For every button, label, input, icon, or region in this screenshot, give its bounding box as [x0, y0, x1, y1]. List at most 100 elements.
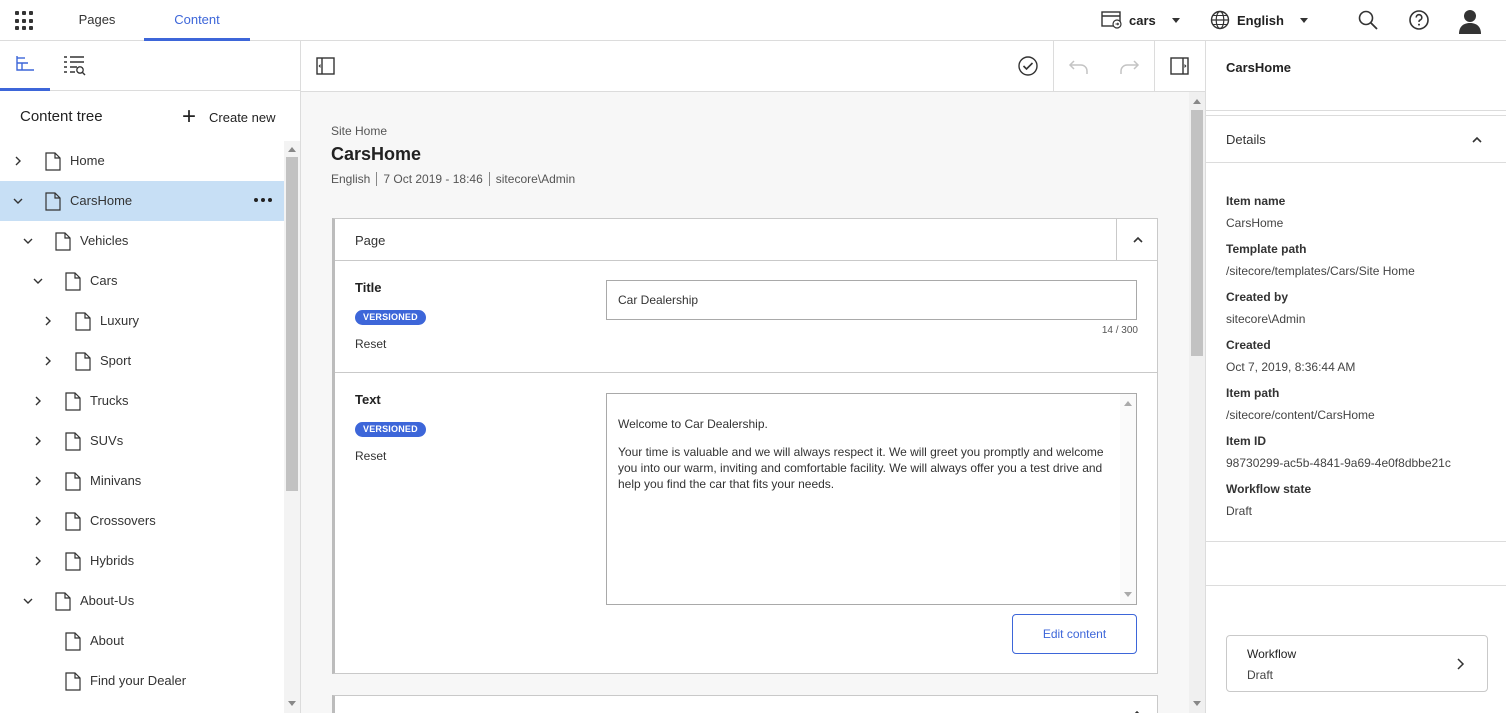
left-panel-tabs — [0, 41, 300, 91]
page-icon — [65, 272, 81, 291]
chevron-right-icon[interactable] — [42, 355, 54, 367]
workflow-card[interactable]: Workflow Draft — [1226, 635, 1488, 692]
language-selector[interactable]: English — [1210, 10, 1308, 30]
scroll-up-icon[interactable] — [1124, 400, 1132, 406]
meta-date: 7 Oct 2019 - 18:46 — [376, 172, 488, 186]
tree-item-luxury[interactable]: Luxury — [0, 301, 284, 341]
tree-item-label: Cars — [90, 273, 118, 288]
chevron-down-icon[interactable] — [22, 595, 34, 607]
site-selector[interactable]: cars — [1101, 10, 1180, 30]
tab-content[interactable]: Content — [144, 0, 250, 41]
section-header[interactable]: Page — [335, 219, 1158, 261]
chevron-right-icon[interactable] — [32, 475, 44, 487]
chevron-down-icon[interactable] — [12, 195, 24, 207]
text-paragraph: Your time is valuable and we will always… — [618, 445, 1104, 491]
user-avatar-icon[interactable] — [1458, 8, 1482, 34]
chevron-down-icon[interactable] — [22, 235, 34, 247]
reset-button[interactable]: Reset — [355, 449, 386, 463]
chevron-down-icon[interactable] — [32, 275, 44, 287]
tree-item-label: Trucks — [90, 393, 129, 408]
chevron-right-icon — [1457, 658, 1465, 670]
tree-item-sport[interactable]: Sport — [0, 341, 284, 381]
tree-item-trucks[interactable]: Trucks — [0, 381, 284, 421]
breadcrumb[interactable]: Site Home — [331, 124, 387, 138]
scroll-up-icon[interactable] — [1193, 98, 1201, 104]
chevron-right-icon[interactable] — [32, 395, 44, 407]
more-options-icon[interactable] — [254, 198, 272, 202]
tree-item-vehicles[interactable]: Vehicles — [0, 221, 284, 261]
tree-item-label: About-Us — [80, 593, 135, 608]
page-icon — [65, 432, 81, 451]
tree-item-find-your-dealer[interactable]: Find your Dealer — [0, 661, 284, 701]
tree-scrollbar-thumb[interactable] — [286, 157, 298, 491]
chevron-up-icon[interactable] — [1131, 708, 1143, 713]
title-input[interactable]: Car Dealership — [606, 280, 1137, 320]
help-icon[interactable] — [1408, 9, 1430, 31]
tree-item-hybrids[interactable]: Hybrids — [0, 541, 284, 581]
search-icon[interactable] — [1357, 9, 1379, 31]
chevron-right-icon[interactable] — [32, 435, 44, 447]
workflow-title: Workflow — [1247, 647, 1297, 661]
tree-item-cars[interactable]: Cars — [0, 261, 284, 301]
tab-search-tree[interactable] — [50, 41, 100, 91]
tab-pages[interactable]: Pages — [48, 0, 146, 40]
tree-item-about[interactable]: About — [0, 621, 284, 661]
editor-panel: Site Home CarsHome English 7 Oct 2019 - … — [301, 41, 1205, 713]
chevron-up-icon[interactable] — [1471, 134, 1483, 146]
page-icon — [65, 512, 81, 531]
text-paragraph: Welcome to Car Dealership. — [618, 417, 768, 431]
list-search-icon — [64, 56, 86, 76]
tree-scrollbar[interactable] — [284, 141, 300, 713]
tree-item-carshome[interactable]: CarsHome — [0, 181, 284, 221]
divider — [1206, 585, 1506, 586]
right-panel-header: CarsHome — [1206, 41, 1506, 111]
text-textarea[interactable]: Welcome to Car Dealership. Your time is … — [606, 393, 1137, 605]
detail-label: Workflow state — [1226, 482, 1312, 496]
scroll-down-icon[interactable] — [1193, 701, 1201, 707]
editor-toolbar — [301, 41, 1205, 92]
reset-button[interactable]: Reset — [355, 337, 386, 351]
tree-item-suvs[interactable]: SUVs — [0, 421, 284, 461]
editor-scrollbar[interactable] — [1189, 92, 1205, 713]
chevron-right-icon[interactable] — [32, 555, 44, 567]
plus-icon: + — [182, 103, 197, 130]
chevron-up-icon — [1132, 236, 1143, 243]
section-collapse-button[interactable] — [1116, 219, 1158, 260]
tree-item-home[interactable]: Home — [0, 141, 284, 181]
toggle-left-panel-icon[interactable] — [315, 55, 337, 77]
details-header[interactable]: Details — [1206, 115, 1506, 163]
meta-author: sitecore\Admin — [488, 172, 581, 186]
site-icon — [1101, 11, 1122, 29]
chevron-right-icon[interactable] — [12, 155, 24, 167]
chevron-right-icon[interactable] — [32, 515, 44, 527]
redo-icon[interactable] — [1118, 55, 1140, 77]
tab-content-tree[interactable] — [0, 41, 50, 91]
detail-value: sitecore\Admin — [1226, 312, 1306, 326]
detail-value: Draft — [1226, 504, 1253, 518]
edit-content-button[interactable]: Edit content — [1012, 614, 1137, 654]
app-switcher-icon[interactable] — [15, 11, 35, 31]
detail-value: CarsHome — [1226, 216, 1284, 230]
tree-item-label: Minivans — [90, 473, 142, 488]
site-caret-icon — [1171, 17, 1180, 23]
scroll-up-icon[interactable] — [288, 146, 296, 152]
editor-scrollbar-thumb[interactable] — [1191, 110, 1203, 356]
tree-item-crossovers[interactable]: Crossovers — [0, 501, 284, 541]
textarea-scrollbar[interactable] — [1120, 394, 1136, 604]
scroll-down-icon[interactable] — [288, 701, 296, 707]
create-new-label: Create new — [209, 109, 276, 125]
chevron-right-icon[interactable] — [42, 315, 54, 327]
tree-item-minivans[interactable]: Minivans — [0, 461, 284, 501]
tree-item-about-us[interactable]: About-Us — [0, 581, 284, 621]
create-new-button[interactable]: + Create new — [182, 103, 276, 130]
top-bar: Pages Content cars English — [0, 0, 1506, 41]
tree-item-label: Hybrids — [90, 553, 135, 568]
undo-icon[interactable] — [1068, 55, 1090, 77]
check-circle-icon[interactable] — [1017, 55, 1039, 77]
toggle-right-panel-icon[interactable] — [1169, 55, 1191, 77]
next-section[interactable] — [332, 695, 1158, 713]
right-panel: CarsHome Details Item name CarsHome Temp… — [1205, 41, 1506, 713]
scroll-down-icon[interactable] — [1124, 592, 1132, 598]
page-icon — [65, 632, 81, 651]
language-caret-icon — [1299, 17, 1308, 23]
